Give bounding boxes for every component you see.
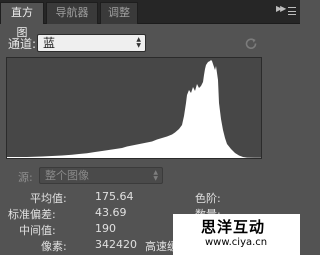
channel-label: 通道:: [8, 37, 37, 51]
level-label: 色阶:: [195, 192, 221, 205]
median-value: 190: [95, 222, 116, 235]
tab-adjustments-label: 调整: [108, 6, 130, 19]
histogram-graph: [7, 60, 261, 158]
select-arrows-icon: ▲ ▼: [153, 169, 158, 182]
stddev-value: 43.69: [95, 206, 127, 219]
pixels-label: 像素:: [41, 240, 67, 253]
select-arrows-icon: ▲ ▼: [136, 36, 141, 49]
channel-select[interactable]: 蓝 ▲ ▼: [37, 34, 146, 52]
histogram-shape: [7, 60, 261, 158]
panel-tab-bar: 直方图 导航器 调整 ▶▶: [0, 0, 300, 39]
panel-menu-icon[interactable]: ▶▶: [276, 4, 296, 18]
watermark-title: 思洋互动: [201, 218, 266, 236]
source-select-value: 整个图像: [45, 169, 89, 182]
refresh-icon[interactable]: [244, 37, 258, 51]
stddev-label: 标准偏差:: [8, 208, 56, 221]
histogram-display: [6, 57, 262, 159]
mean-label: 平均值:: [30, 192, 67, 205]
mean-value: 175.64: [95, 190, 134, 203]
pixels-value: 342420: [95, 238, 137, 251]
watermark-logo: 思洋互动 www.ciya.cn: [173, 214, 300, 255]
source-label: 源:: [18, 171, 33, 184]
watermark-url: www.ciya.cn: [205, 237, 268, 248]
tab-adjustments[interactable]: 调整: [100, 2, 138, 24]
median-label: 中间值:: [19, 224, 56, 237]
source-select[interactable]: 整个图像 ▲ ▼: [39, 167, 163, 184]
tab-navigator-label: 导航器: [55, 6, 89, 19]
tab-navigator[interactable]: 导航器: [46, 2, 98, 24]
channel-select-value: 蓝: [43, 36, 56, 50]
tab-histogram[interactable]: 直方图: [0, 2, 44, 39]
